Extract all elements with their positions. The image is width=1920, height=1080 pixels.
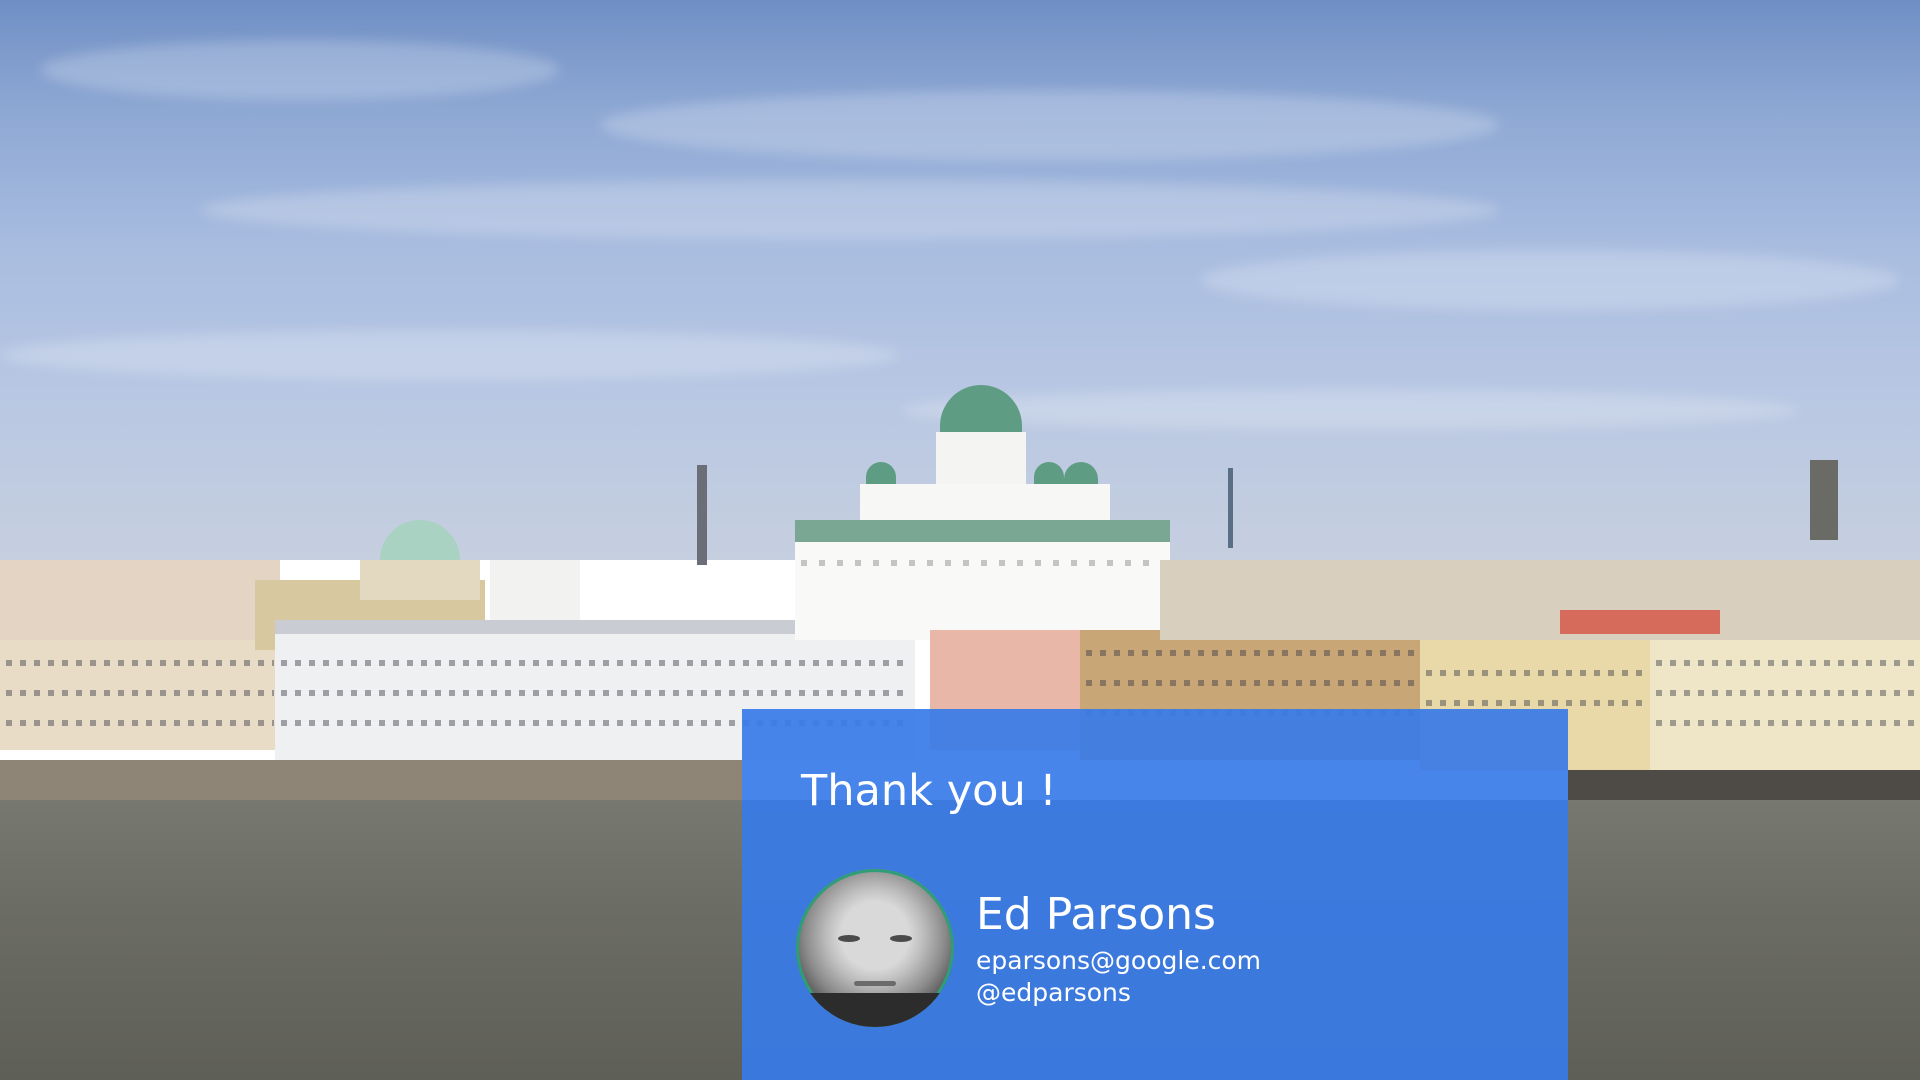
presenter-email: eparsons@google.com xyxy=(976,946,1262,975)
avatar xyxy=(796,869,954,1027)
presenter-handle: @edparsons xyxy=(976,978,1131,1007)
presentation-slide: Thank you ! Ed Parsons eparsons@google.c… xyxy=(0,0,1920,1080)
presenter-name: Ed Parsons xyxy=(976,889,1216,940)
thank-you-title: Thank you ! xyxy=(801,766,1057,816)
thank-you-card: Thank you ! Ed Parsons eparsons@google.c… xyxy=(742,709,1568,1080)
